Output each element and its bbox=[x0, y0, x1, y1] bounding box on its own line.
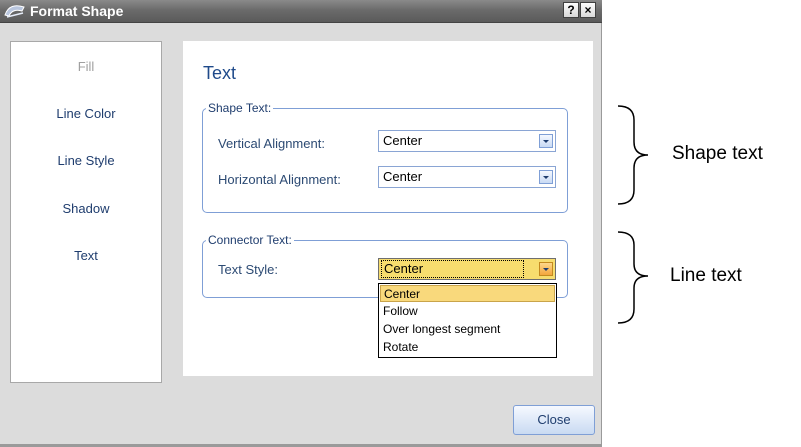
vertical-alignment-value: Center bbox=[383, 133, 423, 148]
sidebar-item-fill[interactable]: Fill bbox=[11, 59, 161, 75]
shape-text-legend: Shape Text: bbox=[206, 101, 274, 115]
horizontal-alignment-label: Horizontal Alignment: bbox=[218, 172, 341, 187]
category-sidebar: Fill Line Color Line Style Shadow Text bbox=[10, 41, 162, 383]
shape-text-annotation: Shape text bbox=[672, 143, 763, 164]
page-title: Text bbox=[203, 63, 237, 83]
close-button[interactable]: Close bbox=[513, 405, 595, 435]
line-text-annotation: Line text bbox=[670, 265, 742, 286]
window-close-button[interactable]: × bbox=[580, 2, 596, 18]
window-title: Format Shape bbox=[30, 3, 124, 19]
connector-text-legend: Connector Text: bbox=[206, 233, 294, 247]
sidebar-item-line-style[interactable]: Line Style bbox=[11, 153, 161, 169]
chevron-down-icon[interactable] bbox=[539, 262, 553, 276]
app-icon bbox=[4, 5, 25, 18]
dropdown-option-follow[interactable]: Follow bbox=[380, 303, 555, 320]
vertical-alignment-select[interactable]: Center bbox=[378, 130, 556, 152]
text-style-dropdown: Center Follow Over longest segment Rotat… bbox=[378, 283, 557, 358]
title-bar[interactable]: Format Shape ? × bbox=[0, 0, 602, 23]
sidebar-item-shadow[interactable]: Shadow bbox=[11, 201, 161, 217]
vertical-alignment-label: Vertical Alignment: bbox=[218, 136, 325, 151]
horizontal-alignment-value: Center bbox=[383, 169, 423, 184]
shape-text-group bbox=[202, 108, 568, 213]
format-shape-dialog: Format Shape ? × Fill Line Color Line St… bbox=[0, 0, 602, 447]
text-style-select[interactable]: Center bbox=[378, 258, 556, 280]
sidebar-item-text[interactable]: Text bbox=[11, 248, 161, 264]
shape-text-brace bbox=[617, 105, 649, 205]
dropdown-option-center[interactable]: Center bbox=[380, 285, 555, 302]
text-style-value: Center bbox=[381, 260, 524, 278]
horizontal-alignment-select[interactable]: Center bbox=[378, 166, 556, 188]
line-text-brace bbox=[617, 231, 649, 324]
chevron-down-icon[interactable] bbox=[539, 134, 553, 148]
dropdown-option-over-longest-segment[interactable]: Over longest segment bbox=[380, 321, 555, 338]
chevron-down-icon[interactable] bbox=[539, 170, 553, 184]
text-style-label: Text Style: bbox=[218, 262, 278, 277]
dropdown-option-rotate[interactable]: Rotate bbox=[380, 339, 555, 356]
help-button[interactable]: ? bbox=[563, 2, 579, 18]
sidebar-item-line-color[interactable]: Line Color bbox=[11, 106, 161, 122]
